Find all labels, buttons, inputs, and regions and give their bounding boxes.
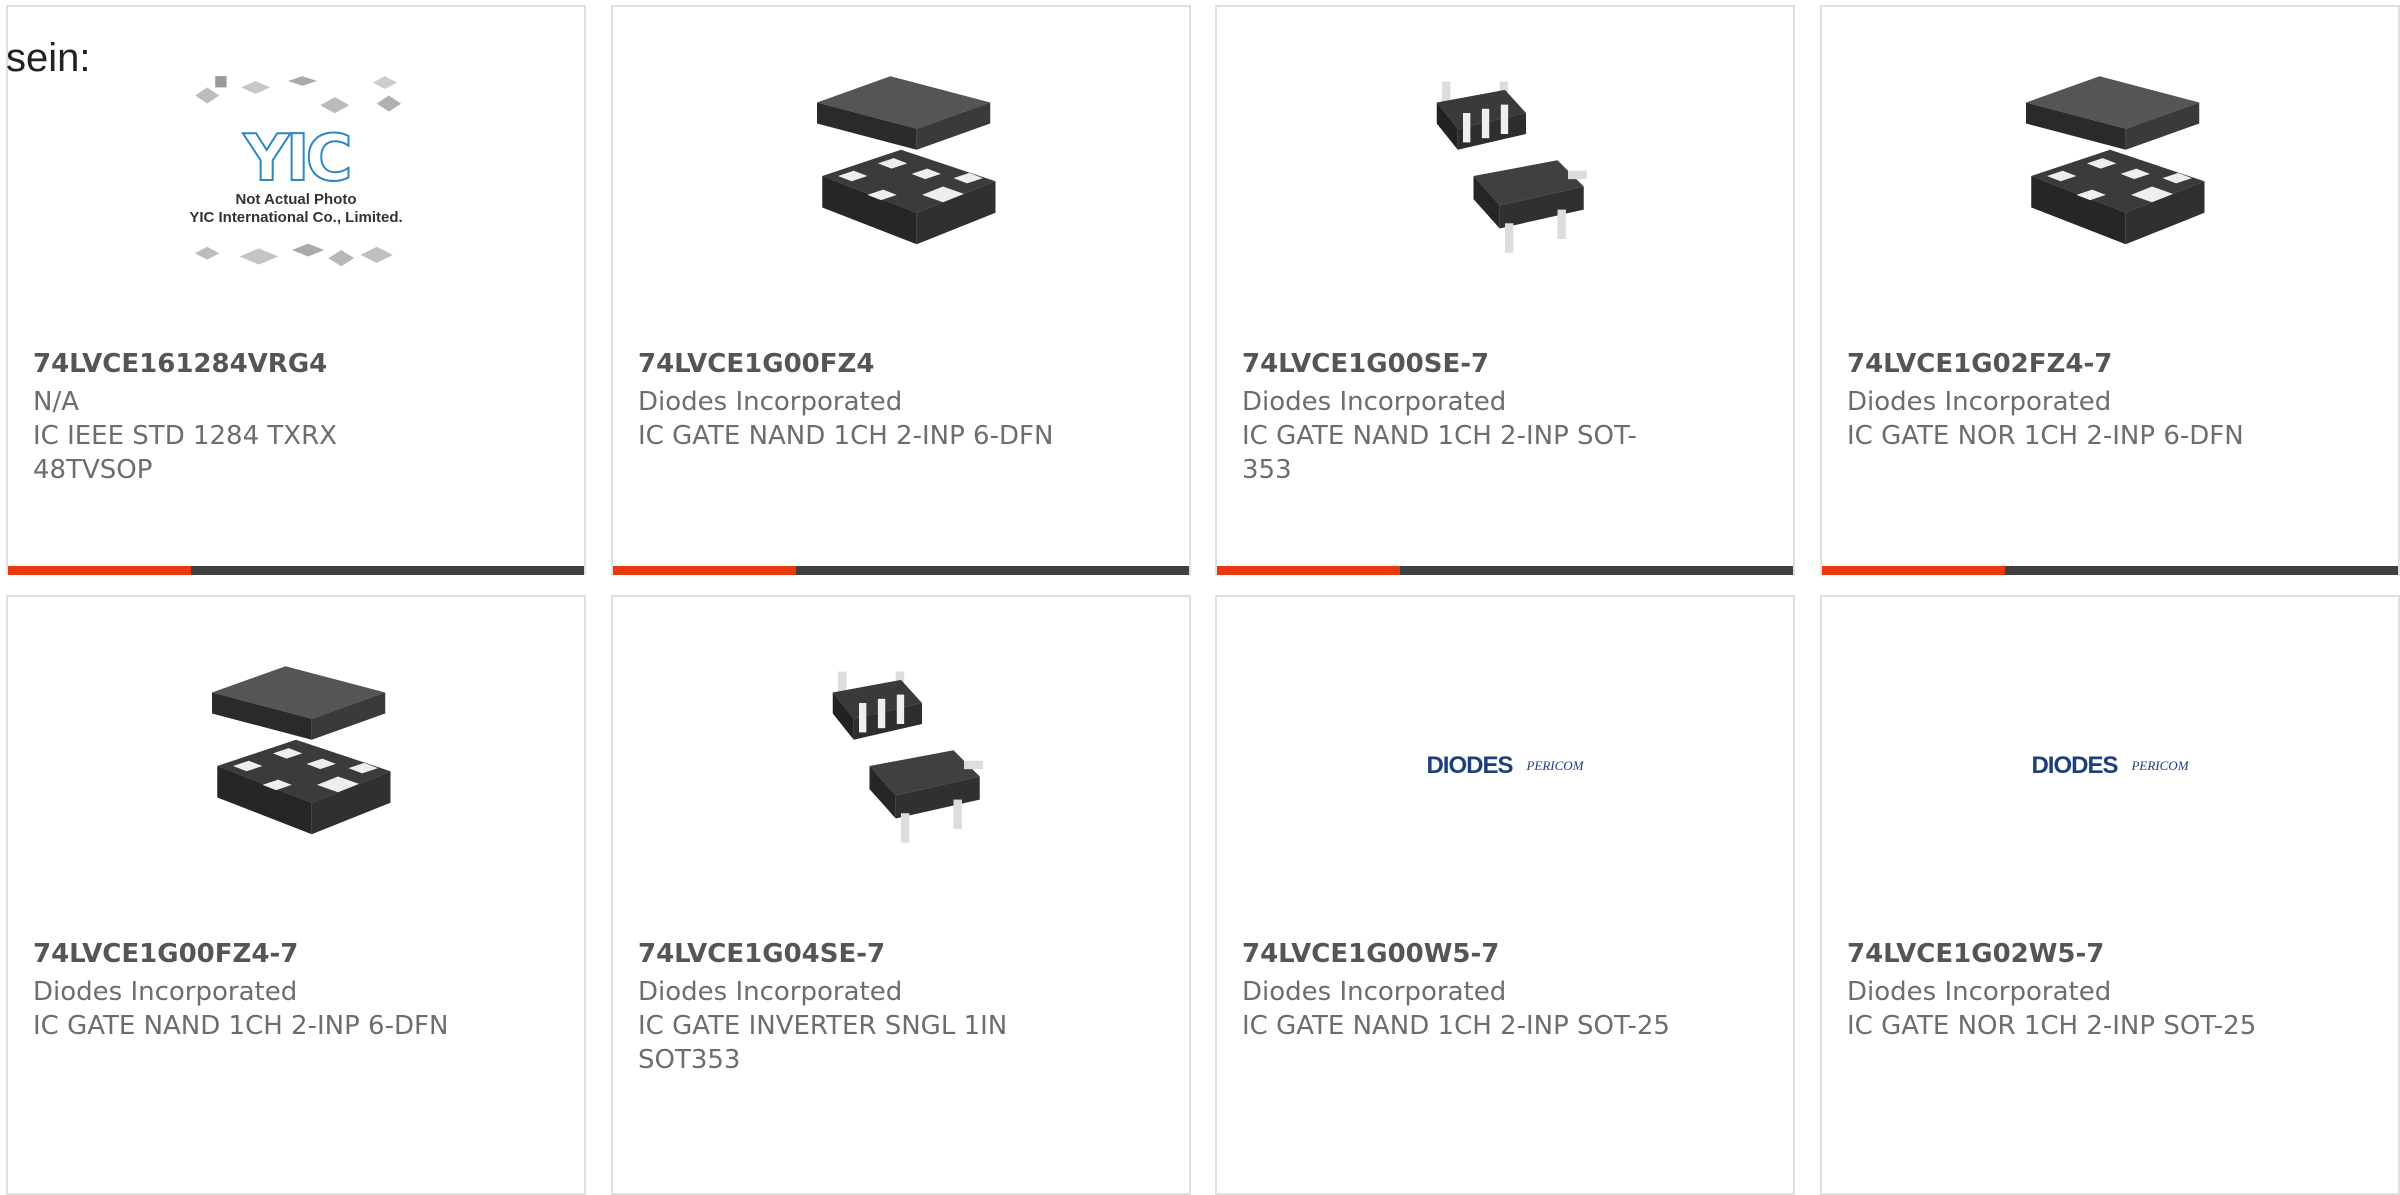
diodes-logo: DIODES PERICOM bbox=[2031, 752, 2188, 780]
manufacturer: Diodes Incorporated bbox=[33, 977, 298, 1007]
chip-packages-icon bbox=[195, 243, 393, 267]
product-image: DIODES PERICOM bbox=[1217, 661, 1793, 871]
manufacturer: N/A bbox=[33, 387, 79, 417]
product-image: YIC Not Actual Photo YIC International C… bbox=[8, 71, 584, 281]
sot353-package-icon bbox=[832, 671, 983, 843]
description: IC GATE NAND 1CH 2-INP 6-DFN bbox=[638, 421, 1054, 451]
part-number: 74LVCE1G00SE-7 bbox=[1242, 349, 1490, 379]
sot353-package-icon bbox=[1436, 81, 1587, 253]
product-card[interactable]: 74LVCE1G02FZ4-7 Diodes Incorporated IC G… bbox=[1820, 5, 2400, 575]
diodes-logo: DIODES PERICOM bbox=[1426, 752, 1583, 780]
product-card[interactable]: 74LVCE1G00FZ4 Diodes Incorporated IC GAT… bbox=[611, 5, 1191, 575]
part-number: 74LVCE161284VRG4 bbox=[33, 349, 328, 379]
product-card[interactable]: 74LVCE1G00FZ4-7 Diodes Incorporated IC G… bbox=[6, 595, 586, 1195]
company-note: YIC International Co., Limited. bbox=[189, 209, 403, 226]
dfn-package-icon bbox=[2026, 76, 2205, 245]
manufacturer: Diodes Incorporated bbox=[1847, 977, 2112, 1007]
product-image: DIODES PERICOM bbox=[1822, 661, 2398, 871]
diodes-brand: DIODES bbox=[1426, 752, 1513, 779]
manufacturer: Diodes Incorporated bbox=[1242, 977, 1507, 1007]
card-bar bbox=[8, 566, 584, 575]
description: IC GATE NAND 1CH 2-INP 6-DFN bbox=[33, 1011, 449, 1041]
placeholder-photo: YIC Not Actual Photo YIC International C… bbox=[161, 66, 431, 286]
description: IC GATE INVERTER SNGL 1IN SOT353 bbox=[638, 1011, 1008, 1075]
manufacturer: Diodes Incorporated bbox=[1847, 387, 2112, 417]
description: IC GATE NAND 1CH 2-INP SOT-353 bbox=[1242, 421, 1637, 485]
part-number: 74LVCE1G02FZ4-7 bbox=[1847, 349, 2113, 379]
description: IC GATE NAND 1CH 2-INP SOT-25 bbox=[1242, 1011, 1670, 1041]
yic-logo: YIC bbox=[242, 122, 353, 196]
product-image bbox=[613, 661, 1189, 871]
product-image bbox=[1822, 71, 2398, 281]
pericom-brand: PERICOM bbox=[1526, 758, 1584, 773]
part-number: 74LVCE1G00FZ4-7 bbox=[33, 939, 299, 969]
manufacturer: Diodes Incorporated bbox=[638, 387, 903, 417]
product-image bbox=[613, 71, 1189, 281]
dfn-package-icon bbox=[817, 76, 996, 245]
part-number: 74LVCE1G02W5-7 bbox=[1847, 939, 2105, 969]
card-bar bbox=[613, 566, 1189, 575]
product-card[interactable]: DIODES PERICOM 74LVCE1G02W5-7 Diodes Inc… bbox=[1820, 595, 2400, 1195]
chip-packages-icon bbox=[195, 76, 401, 114]
not-actual-photo-note: Not Actual Photo bbox=[235, 191, 357, 208]
product-card[interactable]: YIC Not Actual Photo YIC International C… bbox=[6, 5, 586, 575]
card-bar bbox=[1217, 566, 1793, 575]
product-card[interactable]: 74LVCE1G00SE-7 Diodes Incorporated IC GA… bbox=[1215, 5, 1795, 575]
pericom-brand: PERICOM bbox=[2131, 758, 2189, 773]
card-bar bbox=[1822, 566, 2398, 575]
product-image bbox=[1217, 71, 1793, 281]
product-card[interactable]: 74LVCE1G04SE-7 Diodes Incorporated IC GA… bbox=[611, 595, 1191, 1195]
manufacturer: Diodes Incorporated bbox=[638, 977, 903, 1007]
lead-text: sein: bbox=[6, 36, 91, 80]
diodes-brand: DIODES bbox=[2031, 752, 2118, 779]
product-image bbox=[8, 661, 584, 871]
description: IC GATE NOR 1CH 2-INP SOT-25 bbox=[1847, 1011, 2257, 1041]
manufacturer: Diodes Incorporated bbox=[1242, 387, 1507, 417]
part-number: 74LVCE1G00W5-7 bbox=[1242, 939, 1500, 969]
description: IC GATE NOR 1CH 2-INP 6-DFN bbox=[1847, 421, 2244, 451]
part-number: 74LVCE1G00FZ4 bbox=[638, 349, 875, 379]
part-number: 74LVCE1G04SE-7 bbox=[638, 939, 886, 969]
dfn-package-icon bbox=[212, 666, 391, 835]
product-card[interactable]: DIODES PERICOM 74LVCE1G00W5-7 Diodes Inc… bbox=[1215, 595, 1795, 1195]
description: IC IEEE STD 1284 TXRX 48TVSOP bbox=[33, 421, 337, 485]
